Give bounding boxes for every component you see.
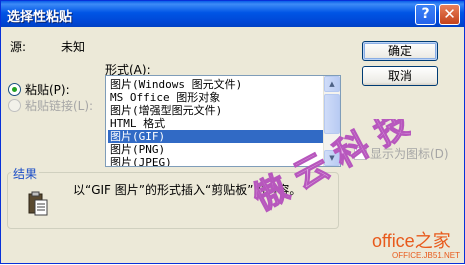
paste-link-label: 粘贴链接(L): [25,99,94,113]
logo-sub-text: OFFICE.JB51.NET [392,251,461,260]
paste-radio[interactable] [8,83,21,96]
scroll-down-icon[interactable]: ▼ [324,150,340,166]
listbox-scrollbar[interactable]: ▲ ▼ [323,76,340,166]
display-as-icon-label: 显示为图标(D) [370,147,449,161]
result-text: 以“GIF 图片”的形式插入“剪贴板”的内容。 [73,183,302,197]
result-title: 结果 [11,165,40,182]
help-button[interactable]: ? [415,4,436,25]
cancel-button[interactable]: 取消 [362,66,438,86]
display-as-icon-checkbox [354,147,367,160]
paste-link-radio [8,99,21,112]
list-item-selected[interactable]: 图片(GIF) [108,130,324,143]
list-item[interactable]: HTML 格式 [108,117,324,130]
list-item[interactable]: 图片(JPEG) [108,156,324,166]
site-logo: office之家 OFFICE.JB51.NET [370,227,465,265]
list-item[interactable]: 图片(Windows 图元文件) [108,78,324,91]
logo-main-text: office之家 [372,231,451,251]
close-button[interactable]: ✕ [439,4,460,25]
window-title: 选择性粘贴 [7,10,73,25]
scroll-up-icon[interactable]: ▲ [324,76,340,92]
scroll-thumb[interactable] [324,94,340,134]
title-bar: 选择性粘贴 ? ✕ [1,1,464,27]
source-value: 未知 [61,40,86,54]
paste-label[interactable]: 粘贴(P): [25,81,70,98]
source-label: 源: [10,40,27,54]
clipboard-icon [28,191,48,216]
as-listbox[interactable]: 图片(Windows 图元文件) MS Office 图形对象 图片(增强型图元… [105,75,341,167]
list-item[interactable]: 图片(PNG) [108,143,324,156]
list-item[interactable]: MS Office 图形对象 [108,91,324,104]
ok-button[interactable]: 确定 [362,41,438,61]
paste-special-dialog: 选择性粘贴 ? ✕ 源: 未知 形式(A): 粘贴(P): 粘贴链接(L): 图… [0,0,465,264]
list-item[interactable]: 图片(增强型图元文件) [108,104,324,117]
